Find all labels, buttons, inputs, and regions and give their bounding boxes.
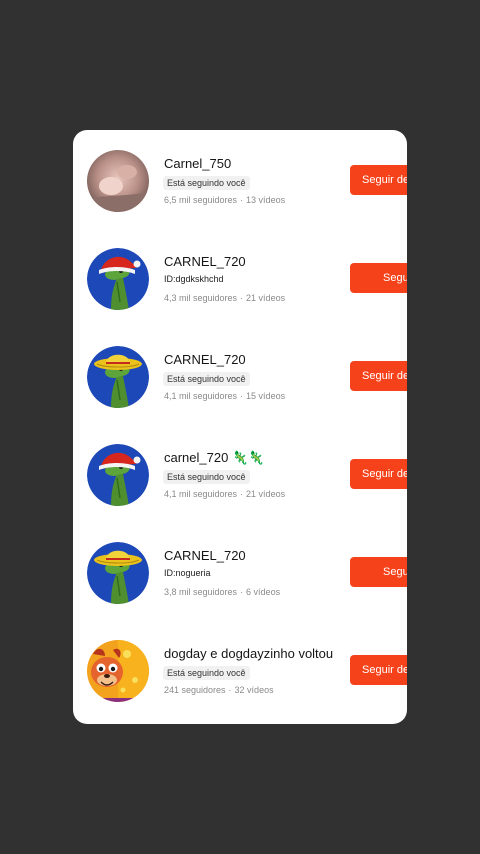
account-stats: 4,3 mil seguidores · 21 vídeos bbox=[164, 293, 286, 303]
dino-santa-hat-avatar[interactable] bbox=[87, 444, 149, 506]
video-count: 21 vídeos bbox=[246, 489, 286, 499]
follower-row[interactable]: CARNEL_720 ID:nogueria 3,8 mil seguidore… bbox=[73, 522, 407, 620]
account-stats: 6,5 mil seguidores · 13 vídeos bbox=[164, 195, 286, 205]
follower-count: 3,8 mil seguidores bbox=[164, 587, 238, 597]
video-count: 15 vídeos bbox=[246, 391, 286, 401]
follower-count: 4,1 mil seguidores bbox=[164, 489, 238, 499]
account-name[interactable]: Carnel_750 bbox=[164, 156, 231, 171]
account-stats: 4,1 mil seguidores · 21 vídeos bbox=[164, 489, 286, 499]
follower-row[interactable]: Carnel_750 Está seguindo você 6,5 mil se… bbox=[73, 130, 407, 228]
follow-back-button[interactable]: Seguir de volta bbox=[350, 459, 407, 489]
account-name[interactable]: carnel_720 🦎🦎 bbox=[164, 450, 264, 466]
follower-count: 4,1 mil seguidores bbox=[164, 391, 238, 401]
account-stats: 4,1 mil seguidores · 15 vídeos bbox=[164, 391, 286, 401]
dino-santa-hat-avatar[interactable] bbox=[87, 248, 149, 310]
follower-count: 4,3 mil seguidores bbox=[164, 293, 238, 303]
follower-row[interactable]: CARNEL_720 Está seguindo você 4,1 mil se… bbox=[73, 326, 407, 424]
account-name[interactable]: CARNEL_720 bbox=[164, 548, 246, 563]
follows-you-badge: Está seguindo você bbox=[163, 470, 250, 484]
video-count: 21 vídeos bbox=[246, 293, 286, 303]
account-stats: 3,8 mil seguidores · 6 vídeos bbox=[164, 587, 281, 597]
dino-straw-hat-avatar[interactable] bbox=[87, 346, 149, 408]
account-stats: 241 seguidores · 32 vídeos bbox=[164, 685, 274, 695]
follows-you-badge: Está seguindo você bbox=[163, 666, 250, 680]
follower-row[interactable]: CARNEL_720 ID:dgdkskhchd 4,3 mil seguido… bbox=[73, 228, 407, 326]
follow-back-button[interactable]: Seguir de volta bbox=[350, 655, 407, 685]
follower-row[interactable]: carnel_720 🦎🦎 Está seguindo você 4,1 mil… bbox=[73, 424, 407, 522]
follows-you-badge: Está seguindo você bbox=[163, 372, 250, 386]
account-id: ID:dgdkskhchd bbox=[164, 274, 224, 284]
follow-button[interactable]: Seguir bbox=[350, 557, 407, 587]
account-name[interactable]: CARNEL_720 bbox=[164, 352, 246, 367]
follows-you-badge: Está seguindo você bbox=[163, 176, 250, 190]
dogday-avatar[interactable] bbox=[87, 640, 149, 702]
photo-avatar[interactable] bbox=[87, 150, 149, 212]
account-id: ID:nogueria bbox=[164, 568, 211, 578]
followers-list-card: Carnel_750 Está seguindo você 6,5 mil se… bbox=[73, 130, 407, 724]
account-name[interactable]: CARNEL_720 bbox=[164, 254, 246, 269]
follow-button[interactable]: Seguir bbox=[350, 263, 407, 293]
dino-straw-hat-avatar[interactable] bbox=[87, 542, 149, 604]
account-name[interactable]: dogday e dogdayzinho voltou bbox=[164, 646, 333, 661]
video-count: 6 vídeos bbox=[246, 587, 281, 597]
video-count: 32 vídeos bbox=[234, 685, 274, 695]
follow-back-button[interactable]: Seguir de volta bbox=[350, 165, 407, 195]
follower-count: 241 seguidores bbox=[164, 685, 226, 695]
video-count: 13 vídeos bbox=[246, 195, 286, 205]
follow-back-button[interactable]: Seguir de volta bbox=[350, 361, 407, 391]
follower-row[interactable]: dogday e dogdayzinho voltou Está seguind… bbox=[73, 620, 407, 718]
follower-count: 6,5 mil seguidores bbox=[164, 195, 238, 205]
